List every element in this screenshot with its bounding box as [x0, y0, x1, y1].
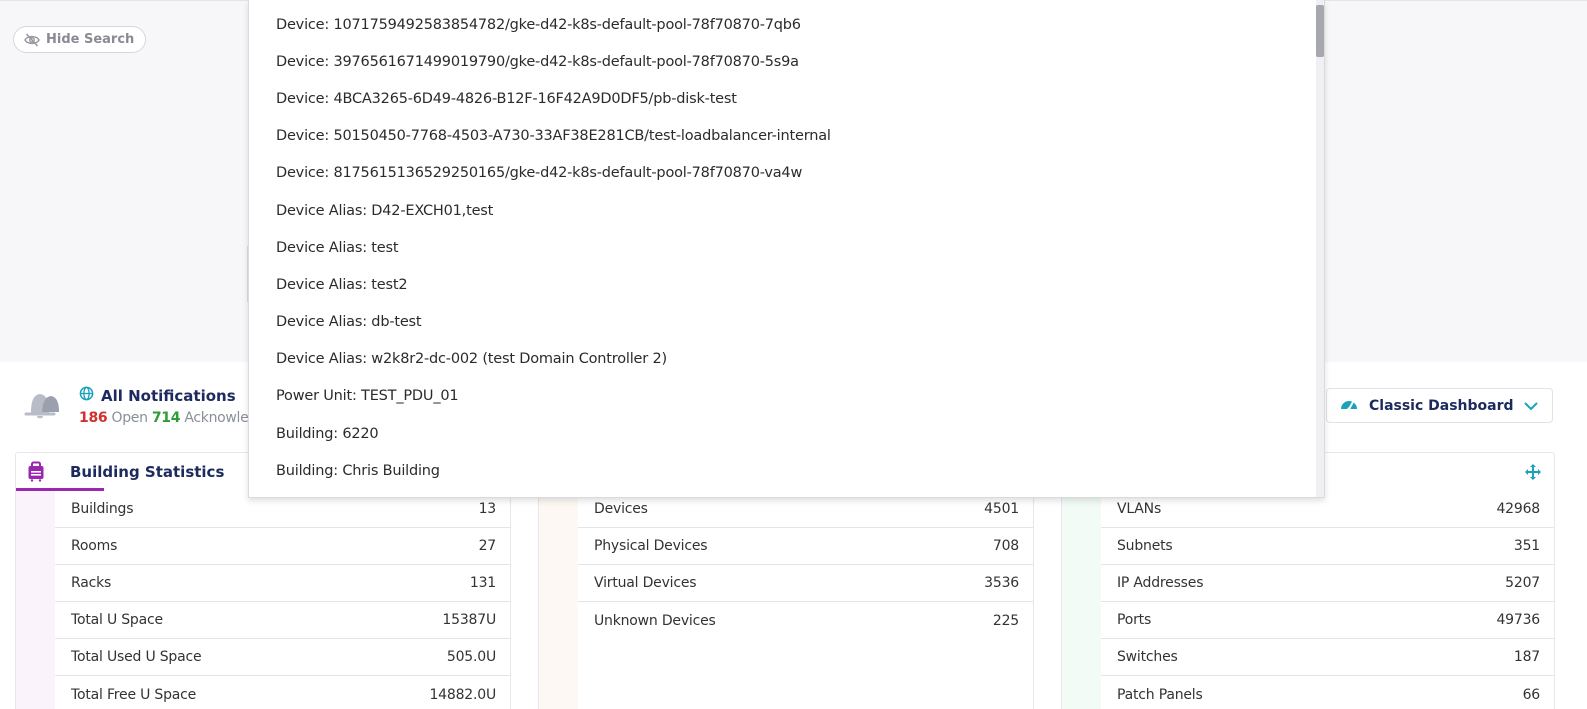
stat-label: Switches [1117, 649, 1178, 665]
suggestion-item[interactable]: Device Alias: D42-EXCH01,test [249, 192, 1324, 229]
suggestion-item[interactable]: Power Unit: TEST_PDU_01 [249, 378, 1324, 415]
stat-label: Physical Devices [594, 538, 708, 554]
stat-value: 15387U [442, 612, 496, 628]
open-label: Open [111, 410, 148, 426]
stats-row[interactable]: Racks 131 [55, 565, 510, 602]
stat-label: Total Used U Space [71, 649, 202, 665]
stat-label: Total Free U Space [71, 686, 197, 703]
suggestion-item[interactable]: Device Alias: w2k8r2-dc-002 (test Domain… [249, 341, 1324, 378]
stat-label: Virtual Devices [594, 575, 697, 591]
dashboard-select-value: Classic Dashboard [1369, 397, 1514, 414]
suggestion-item[interactable]: Device: 8175615136529250165/gke-d42-k8s-… [249, 155, 1324, 192]
suggestion-item[interactable]: Device: 4BCA3265-6D49-4826-B12F-16F42A9D… [249, 80, 1324, 117]
stats-row[interactable]: Total Free U Space 14882.0U [55, 676, 510, 709]
stats-row[interactable]: Total U Space 15387U [55, 602, 510, 639]
stat-value: 4501 [984, 501, 1019, 517]
chevron-down-icon [1524, 396, 1538, 415]
dropdown-scrollbar[interactable] [1316, 0, 1324, 497]
move-icon[interactable] [1524, 463, 1542, 485]
stat-value: 3536 [984, 575, 1019, 591]
stats-row[interactable]: Rooms 27 [55, 528, 510, 565]
stat-label: Rooms [71, 538, 118, 554]
stats-list: Devices 4501 Physical Devices 708 Virtual … [578, 491, 1033, 639]
stat-value: 27 [478, 538, 497, 554]
suggestion-item[interactable]: Device Alias: test [249, 229, 1324, 266]
stat-value: 5207 [1505, 575, 1540, 591]
hide-search-label: Hide Search [46, 32, 135, 47]
stats-row[interactable]: Unknown Devices 225 [578, 602, 1033, 639]
scrollbar-thumb[interactable] [1316, 5, 1324, 57]
globe-icon [79, 386, 94, 405]
stat-value: 225 [992, 612, 1019, 629]
acknowledged-count[interactable]: 714 [152, 410, 181, 426]
suggestion-item[interactable]: Device Alias: test2 [249, 266, 1324, 303]
hide-search-button[interactable]: Hide Search [13, 26, 147, 53]
stats-row[interactable]: Physical Devices 708 [578, 528, 1033, 565]
suitcase-icon [26, 461, 46, 487]
suggestion-item[interactable]: Device: 1071759492583854782/gke-d42-k8s-… [249, 6, 1324, 43]
stats-row[interactable]: Switches 187 [1101, 639, 1554, 676]
stat-value: 351 [1513, 538, 1540, 554]
stat-label: Buildings [71, 501, 134, 517]
stats-list: Buildings 13 Rooms 27 Racks 131 Total U Spa… [55, 491, 510, 709]
stat-value: 42968 [1496, 501, 1540, 517]
stat-label: Devices [594, 501, 648, 517]
suggestion-item[interactable]: Building: Chris Building [249, 452, 1324, 489]
stats-list: VLANs 42968 Subnets 351 IP Addresses 5207 P… [1101, 491, 1554, 709]
stat-value: 187 [1513, 649, 1540, 665]
stat-label: Unknown Devices [594, 612, 716, 629]
suggestion-item[interactable]: Building: 6220 [249, 415, 1324, 452]
open-count[interactable]: 186 [79, 410, 108, 426]
suggestion-item[interactable]: Device: 50150450-7768-4503-A730-33AF38E2… [249, 118, 1324, 155]
stat-value: 66 [1522, 686, 1541, 703]
card-stripe [1062, 491, 1101, 709]
stats-row[interactable]: Total Used U Space 505.0U [55, 639, 510, 676]
card-stripe [539, 491, 578, 709]
stat-label: Subnets [1117, 538, 1173, 554]
bell-icon[interactable] [22, 388, 62, 424]
card-stripe [16, 491, 55, 709]
stat-value: 131 [469, 575, 496, 591]
stat-label: VLANs [1117, 501, 1162, 517]
suggestion-item[interactable]: Device Alias: db-test [249, 304, 1324, 341]
notifications-title-label: All Notifications [101, 386, 236, 405]
notifications-title[interactable]: All Notifications [79, 386, 236, 405]
stat-label: Ports [1117, 612, 1152, 628]
search-suggestions-dropdown: Device: 1071759492583854782/gke-d42-k8s-… [248, 0, 1325, 498]
stat-value: 49736 [1496, 612, 1540, 628]
stats-row[interactable]: Virtual Devices 3536 [578, 565, 1033, 602]
stat-value: 708 [992, 538, 1019, 554]
stats-row[interactable]: Subnets 351 [1101, 528, 1554, 565]
card-title: Building Statistics [70, 463, 225, 481]
stats-row[interactable]: IP Addresses 5207 [1101, 565, 1554, 602]
stat-value: 13 [478, 501, 497, 517]
speedometer-icon [1339, 395, 1359, 417]
suggestion-list: Device: 1071759492583854782/gke-d42-k8s-… [249, 0, 1324, 489]
stat-label: Racks [71, 575, 112, 591]
stats-row[interactable]: Ports 49736 [1101, 602, 1554, 639]
stat-value: 505.0U [446, 649, 496, 665]
stat-label: Patch Panels [1117, 686, 1203, 703]
eye-slash-icon [24, 32, 40, 47]
stat-label: Total U Space [71, 612, 163, 628]
suggestion-item[interactable]: Device: 3976561671499019790/gke-d42-k8s-… [249, 43, 1324, 80]
stat-value: 14882.0U [429, 686, 496, 703]
stat-label: IP Addresses [1117, 575, 1204, 591]
stats-row[interactable]: Patch Panels 66 [1101, 676, 1554, 709]
dashboard-select[interactable]: Classic Dashboard [1326, 388, 1553, 423]
